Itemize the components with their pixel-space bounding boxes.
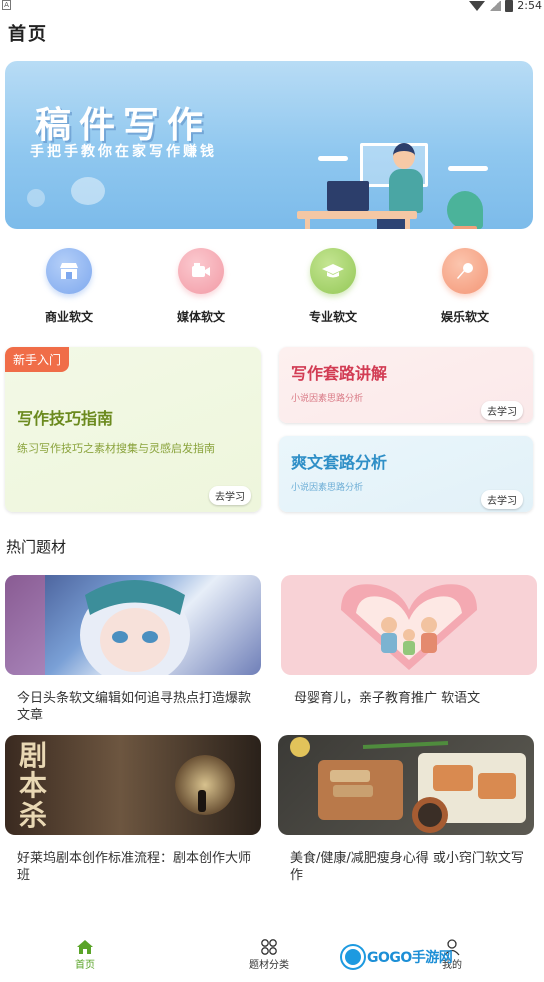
topic-image-anime[interactable] [5, 575, 261, 675]
microphone-icon [442, 248, 488, 294]
section-title-hot: 热门题材 [6, 538, 67, 556]
category-label: 媒体软文 [176, 310, 225, 324]
decor-bubble [71, 177, 105, 205]
watermark-text: GOGO手游网 [367, 950, 453, 966]
script-kill-title: 剧本杀 [19, 739, 48, 832]
status-time: 2:54 [517, 0, 542, 12]
watermark: GOGO手游网 [342, 946, 453, 968]
home-icon [45, 938, 125, 956]
watermark-logo-icon [342, 946, 364, 968]
card-desc: 练习写作技巧之素材搜集与灵感启发指南 [17, 442, 215, 455]
topic-image-script[interactable]: 剧本杀 [5, 735, 261, 835]
nav-home[interactable]: 首页 [45, 938, 125, 971]
status-bar: A 2:54 [0, 0, 544, 16]
category-professional[interactable]: 专业软文 [288, 248, 378, 325]
notification-icon: A [2, 0, 11, 10]
family-illustration [341, 584, 477, 670]
category-label: 专业软文 [308, 310, 357, 324]
banner-subtitle: 手把手教你在家写作赚钱 [30, 144, 217, 160]
category-entertainment[interactable]: 娱乐软文 [420, 248, 510, 325]
topic-title[interactable]: 好莱坞剧本创作标准流程：剧本创作大师班 [17, 850, 253, 884]
go-learn-button[interactable]: 去学习 [209, 486, 251, 505]
illustration-monitor [327, 181, 369, 211]
graduation-cap-icon [310, 248, 356, 294]
nav-label: 题材分类 [249, 960, 289, 971]
decor-stripe [448, 166, 488, 171]
card-writing-guide[interactable]: 新手入门 写作技巧指南 练习写作技巧之素材搜集与灵感启发指南 去学习 [5, 347, 261, 512]
illustration-desk-leg [405, 219, 410, 229]
card-title: 写作技巧指南 [17, 409, 114, 428]
topic-image-family[interactable] [281, 575, 537, 675]
signal-icon [489, 0, 502, 11]
topic-title[interactable]: 母婴育儿，亲子教育推广 软语文 [294, 690, 530, 707]
nav-category[interactable]: 题材分类 [229, 938, 309, 971]
category-business[interactable]: 商业软文 [24, 248, 114, 325]
page-title: 首页 [8, 24, 48, 45]
category-media[interactable]: 媒体软文 [156, 248, 246, 325]
silhouette [198, 790, 206, 812]
card-cool-story-analysis[interactable]: 爽文套路分析 小说因素思路分析 去学习 [279, 436, 533, 512]
battery-icon [505, 0, 514, 12]
topic-title[interactable]: 今日头条软文编辑如何追寻热点打造爆款文章 [17, 690, 253, 724]
illustration-desk-leg [305, 219, 310, 229]
illustration-plant-leaf [447, 191, 483, 229]
anime-illustration [5, 575, 190, 675]
wifi-icon [469, 0, 486, 11]
illustration-plant-pot [453, 226, 477, 229]
go-learn-button[interactable]: 去学习 [481, 490, 523, 509]
media-icon [178, 248, 224, 294]
card-title: 爽文套路分析 [291, 453, 388, 472]
grid-icon [229, 938, 309, 956]
card-desc: 小说因素思路分析 [291, 483, 364, 493]
status-icons: 2:54 [469, 0, 542, 12]
illustration-person-body [389, 169, 423, 213]
bottom-nav: 首页 题材分类 我的 GOGO手游网 [0, 938, 544, 982]
illustration-person-head [393, 143, 415, 169]
illustration-desk [297, 211, 417, 219]
go-learn-button[interactable]: 去学习 [481, 401, 523, 420]
decor-bubble [27, 189, 45, 207]
decor-stripe [318, 156, 348, 161]
shop-icon [46, 248, 92, 294]
badge-beginner: 新手入门 [5, 347, 70, 372]
category-label: 娱乐软文 [440, 310, 489, 324]
food-illustration [290, 737, 526, 833]
topic-image-food[interactable] [278, 735, 534, 835]
card-writing-routine[interactable]: 写作套路讲解 小说因素思路分析 去学习 [279, 347, 533, 423]
category-label: 商业软文 [44, 310, 93, 324]
topic-title[interactable]: 美食/健康/减肥瘦身心得 或小窍门软文写作 [290, 850, 526, 884]
card-title: 写作套路讲解 [291, 364, 388, 383]
card-desc: 小说因素思路分析 [291, 394, 364, 404]
banner[interactable]: 稿件写作 手把手教你在家写作赚钱 [5, 61, 533, 229]
nav-label: 首页 [75, 960, 95, 971]
